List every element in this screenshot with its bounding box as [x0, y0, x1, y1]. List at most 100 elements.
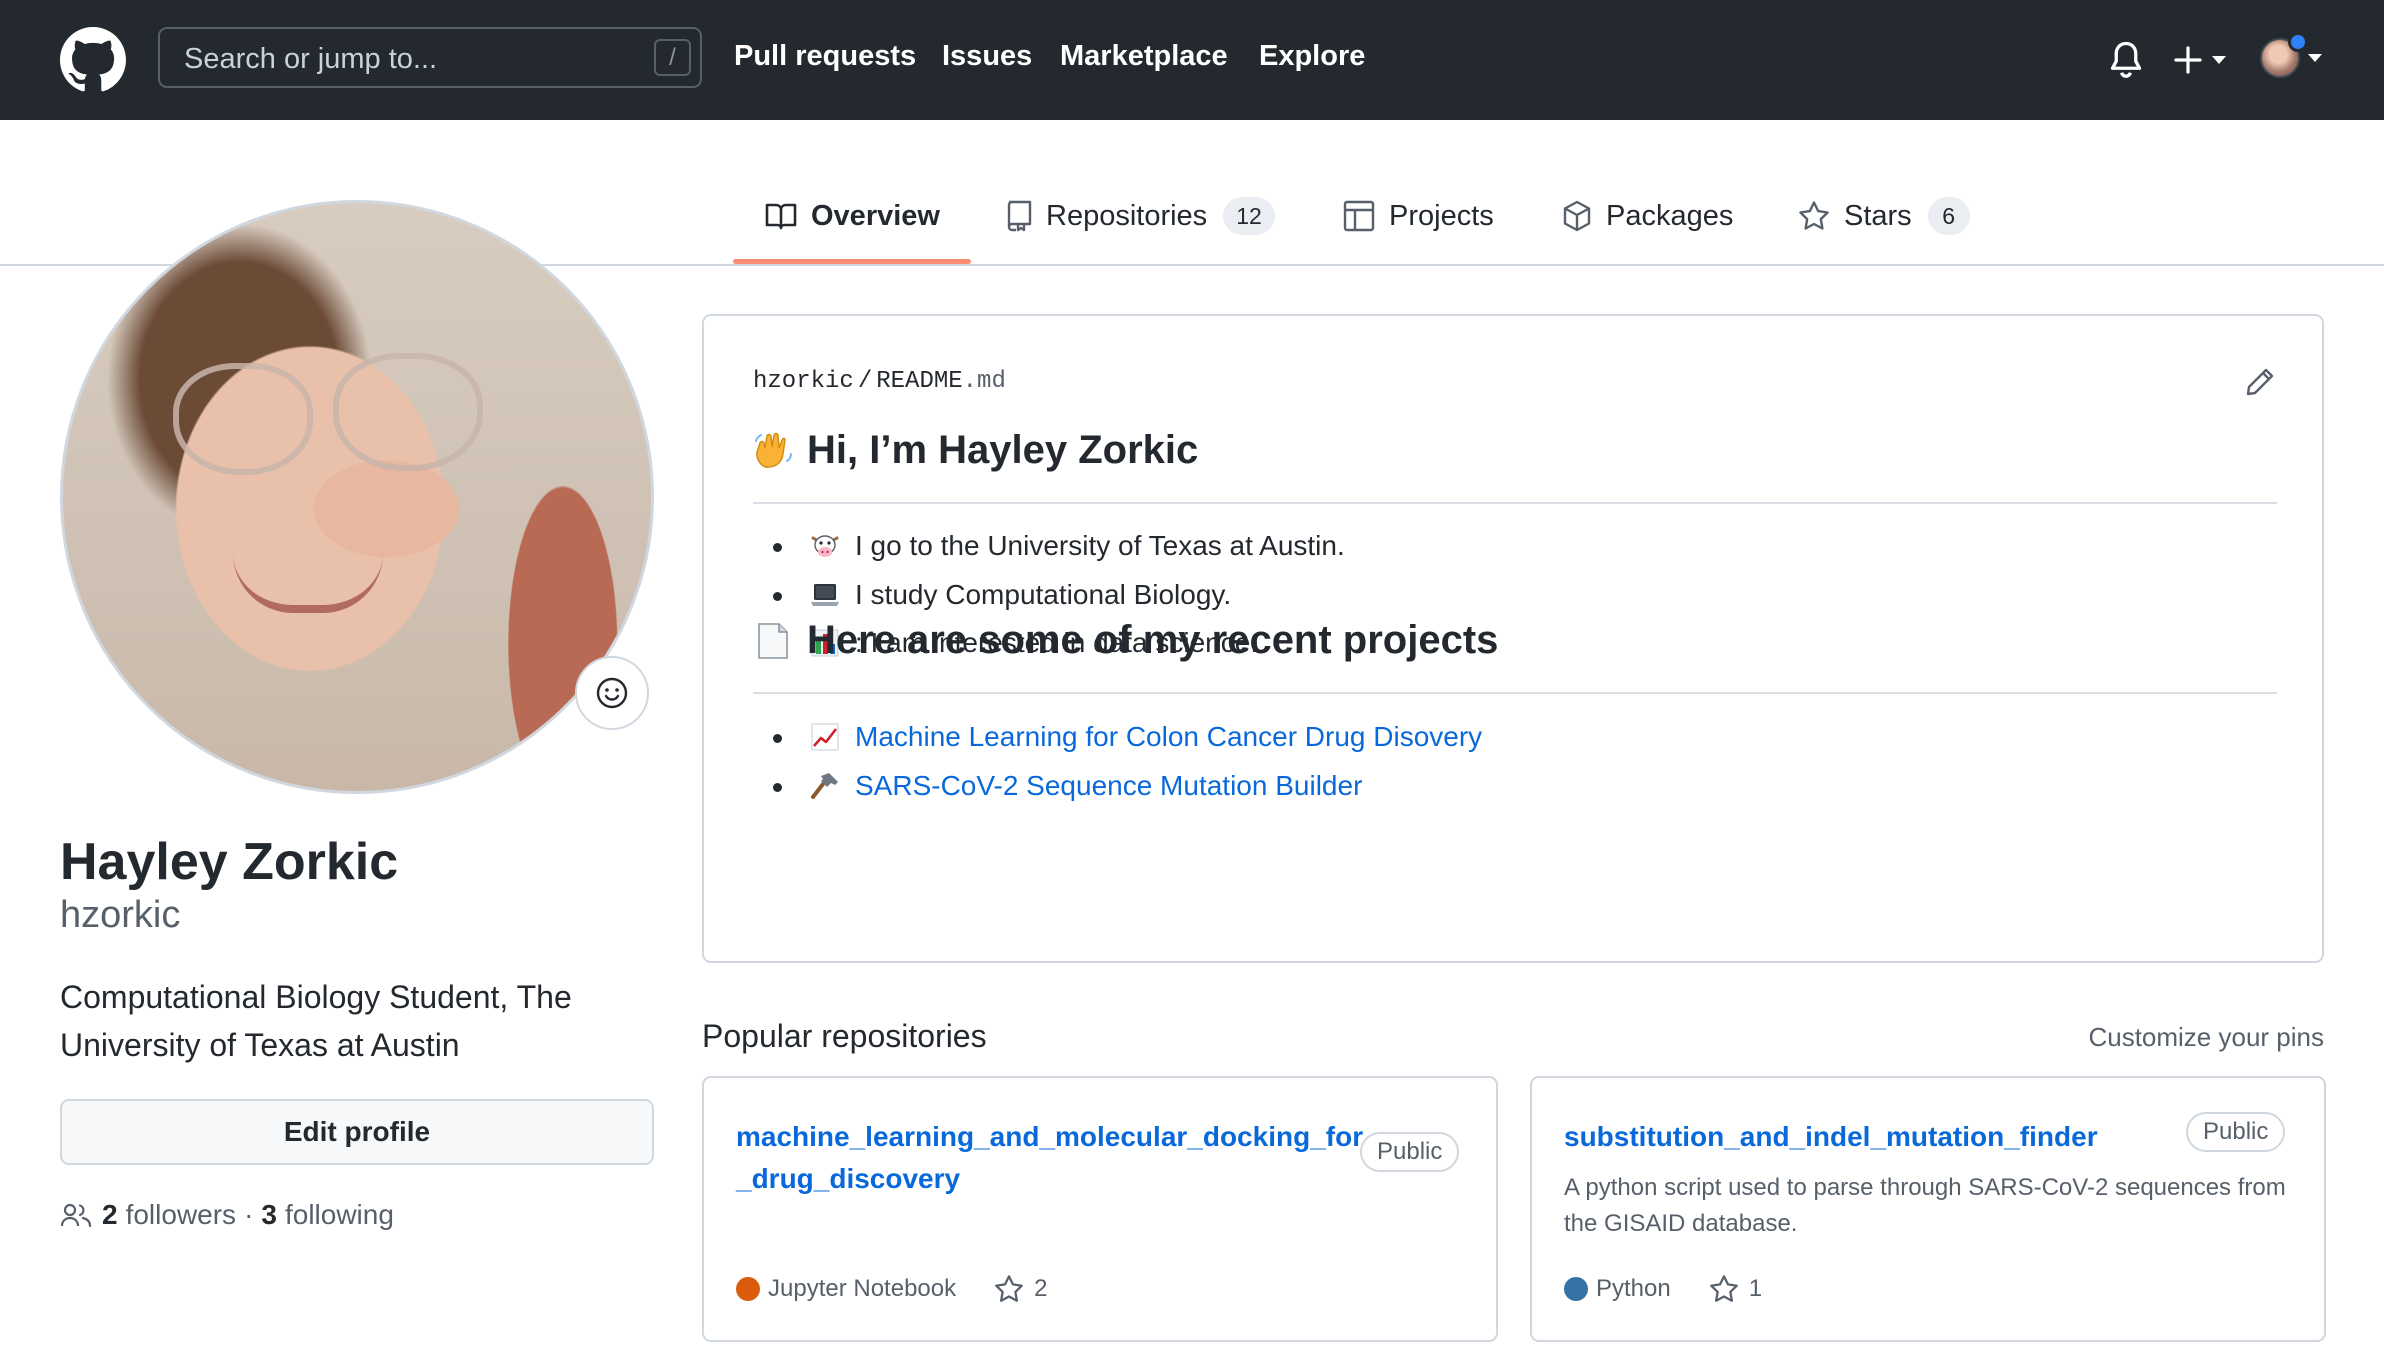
repo-description: A python script used to parse through SA… — [1564, 1174, 2286, 1237]
following-link[interactable]: 3 following — [261, 1199, 394, 1231]
repo-language: Python — [1596, 1275, 1671, 1302]
star-icon — [995, 1275, 1023, 1302]
create-new-plus-icon[interactable] — [2174, 40, 2238, 80]
repo-meta: Python 1 — [1564, 1274, 1762, 1304]
nav-marketplace[interactable]: Marketplace — [1060, 40, 1228, 73]
readme-file[interactable]: README — [876, 368, 962, 395]
pencil-edit-icon[interactable] — [2244, 366, 2276, 398]
readme-heading-projects: Here are some of my recent projects — [753, 618, 1498, 663]
profile-username: hzorkic — [60, 894, 181, 936]
repo-card: machine_learning_and_molecular_docking_f… — [702, 1076, 1498, 1342]
popular-repos-title: Popular repositories — [702, 1018, 987, 1054]
projects-list: Machine Learning for Colon Cancer Drug D… — [753, 713, 1482, 810]
nav-pull-requests[interactable]: Pull requests — [734, 40, 916, 73]
following-label: following — [284, 1199, 394, 1230]
readme-heading-intro-text: Hi, I’m Hayley Zorkic — [807, 428, 1199, 472]
tab-overview-label: Overview — [811, 199, 940, 232]
readme-heading-projects-text: Here are some of my recent projects — [807, 618, 1499, 662]
profile-bio: Computational Biology Student, The Unive… — [60, 979, 572, 1063]
language-color-dot — [1564, 1277, 1588, 1301]
github-logo-icon[interactable] — [60, 27, 126, 93]
tab-repositories[interactable]: Repositories 12 — [1006, 194, 1275, 238]
tab-overview[interactable]: Overview — [765, 194, 940, 238]
waving-hand-icon — [755, 432, 792, 468]
table-icon — [1343, 200, 1375, 232]
repo-name-line2: _drug_discovery — [736, 1163, 961, 1194]
people-icon — [60, 1203, 92, 1228]
repositories-count-badge: 12 — [1223, 197, 1275, 235]
top-header: Search or jump to... / Pull requests Iss… — [0, 0, 2384, 120]
followers-label: followers — [125, 1199, 237, 1230]
about-item-text: I study Computational Biology. — [855, 578, 1232, 610]
repo-star-count: 2 — [1034, 1275, 1048, 1302]
profile-full-name: Hayley Zorkic — [60, 833, 399, 891]
about-item: I study Computational Biology. — [753, 571, 1345, 620]
readme-owner[interactable]: hzorkic — [753, 368, 854, 395]
avatar-caret-icon[interactable] — [2308, 54, 2322, 62]
notification-dot — [2288, 32, 2308, 52]
readme-heading-intro: Hi, I’m Hayley Zorkic — [753, 428, 1198, 473]
book-icon — [765, 203, 797, 230]
about-item-text: I go to the University of Texas at Austi… — [855, 530, 1345, 562]
readme-file-ext: .md — [962, 368, 1006, 395]
laptop-icon — [811, 583, 839, 606]
tab-packages-label: Packages — [1606, 199, 1734, 232]
slash-shortcut-key: / — [654, 39, 691, 76]
followers-count: 2 — [102, 1199, 118, 1230]
repo-meta: Jupyter Notebook 2 — [736, 1274, 1047, 1304]
stars-count-badge: 6 — [1927, 197, 1970, 235]
star-icon — [1799, 201, 1829, 230]
project-link-sars-cov-2[interactable]: SARS-CoV-2 Sequence Mutation Builder — [855, 770, 1362, 802]
bell-icon[interactable] — [2108, 40, 2144, 80]
tab-projects[interactable]: Projects — [1343, 194, 1494, 238]
repo-card: substitution_and_indel_mutation_finder P… — [1530, 1076, 2326, 1342]
glasses-right-lens — [333, 353, 483, 471]
search-input[interactable]: Search or jump to... / — [158, 27, 702, 88]
profile-avatar-photo[interactable] — [60, 200, 654, 794]
customize-pins-link[interactable]: Customize your pins — [2088, 1022, 2324, 1053]
visibility-badge: Public — [1360, 1132, 1460, 1172]
tab-stars-label: Stars — [1844, 199, 1912, 232]
project-item: Machine Learning for Colon Cancer Drug D… — [753, 713, 1482, 762]
repo-stars-link[interactable]: 2 — [994, 1274, 1047, 1304]
star-icon — [1709, 1275, 1738, 1302]
tab-stars[interactable]: Stars 6 — [1798, 194, 1970, 238]
package-icon — [1563, 200, 1591, 232]
tab-projects-label: Projects — [1389, 199, 1494, 232]
repo-name-line1: substitution_and_indel_mutation_finder — [1564, 1121, 2098, 1152]
repo-name-line1: machine_learning_and_molecular_docking_f… — [736, 1121, 1364, 1152]
project-item: SARS-CoV-2 Sequence Mutation Builder — [753, 762, 1482, 811]
heading-rule — [753, 692, 2277, 694]
readme-path: hzorkic / README.md — [753, 368, 1006, 395]
nav-issues[interactable]: Issues — [942, 40, 1032, 73]
follow-stats: 2 followers · 3 following — [60, 1199, 394, 1231]
search-placeholder: Search or jump to... — [184, 43, 438, 75]
chart-increasing-icon — [811, 723, 839, 751]
project-link-colon-cancer[interactable]: Machine Learning for Colon Cancer Drug D… — [855, 721, 1482, 753]
heading-rule — [753, 502, 2277, 504]
smiley-icon — [596, 677, 628, 709]
smile-shape — [233, 553, 383, 613]
tab-packages[interactable]: Packages — [1562, 194, 1733, 238]
visibility-badge: Public — [2186, 1112, 2286, 1152]
following-count: 3 — [261, 1199, 277, 1230]
nav-explore[interactable]: Explore — [1259, 40, 1365, 73]
repo-language: Jupyter Notebook — [768, 1275, 957, 1302]
readme-path-sep: / — [857, 368, 873, 395]
about-item: I go to the University of Texas at Austi… — [753, 522, 1345, 571]
repo-name-link[interactable]: substitution_and_indel_mutation_finder — [1564, 1116, 2098, 1158]
page-icon — [758, 622, 788, 659]
hammer-icon — [811, 772, 838, 799]
followers-link[interactable]: 2 followers — [102, 1199, 236, 1231]
repo-icon — [1007, 200, 1032, 232]
repo-star-count: 1 — [1748, 1275, 1763, 1302]
follow-separator: · — [244, 1199, 254, 1230]
set-status-button[interactable] — [575, 656, 649, 730]
edit-profile-button[interactable]: Edit profile — [60, 1099, 654, 1165]
cow-icon — [811, 535, 839, 558]
repo-stars-link[interactable]: 1 — [1709, 1274, 1762, 1304]
repo-name-link[interactable]: machine_learning_and_molecular_docking_f… — [736, 1116, 1363, 1200]
profile-readme-card: hzorkic / README.md Hi, I’m Hayley Zorkic … — [702, 314, 2324, 963]
language-color-dot — [736, 1277, 760, 1301]
glasses-left-lens — [173, 363, 313, 475]
